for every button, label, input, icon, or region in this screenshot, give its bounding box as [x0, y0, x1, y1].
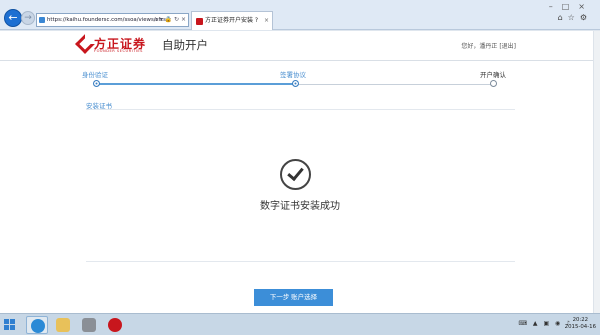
- url-text: https://kaihu.foundersc.com/ssoa/views/s…: [47, 17, 171, 23]
- forward-button[interactable]: →: [21, 11, 35, 25]
- step-label-confirm: 开户确认: [480, 71, 506, 79]
- header-divider: [0, 60, 600, 61]
- browser-tool-icons[interactable]: ⌂☆⚙: [558, 13, 592, 22]
- address-controls[interactable]: ⌕ ▾ 🔒 ↻ ×: [154, 14, 186, 26]
- bottom-divider: [86, 261, 515, 262]
- windows-start-icon[interactable]: [4, 319, 16, 331]
- windows-taskbar: ⌨ ▲ ▣ ◉ ♪ 20:22 2015-04-16: [0, 313, 600, 335]
- forward-arrow-icon: →: [24, 13, 32, 23]
- taskbar-explorer[interactable]: [52, 316, 74, 334]
- checkmark-icon: [280, 159, 311, 190]
- logo-mark-icon: [75, 34, 95, 54]
- step-dot-agreement: [292, 80, 299, 87]
- step-label-identity: 身份验证: [82, 71, 108, 79]
- tab-close-icon[interactable]: ×: [264, 12, 269, 29]
- check-glyph: [287, 163, 304, 182]
- browser-tab[interactable]: 方正证券开户安装 ? ×: [191, 11, 273, 30]
- app-icon: [82, 318, 96, 332]
- tab-title: 方正证券开户安装 ?: [205, 17, 259, 24]
- taskbar-ie[interactable]: [26, 316, 48, 334]
- web-page: 方正证券 FOUNDER SECURITIES 自助开户 您好，潘丹正 [退出]…: [0, 31, 600, 313]
- red-app-icon: [108, 318, 122, 332]
- success-message: 数字证书安装成功: [260, 201, 340, 212]
- step-label-agreement: 签署协议: [280, 71, 306, 79]
- site-header: 方正证券 FOUNDER SECURITIES 自助开户 您好，潘丹正 [退出]: [0, 31, 600, 60]
- back-button[interactable]: ←: [4, 9, 22, 27]
- folder-icon: [56, 318, 70, 332]
- clock-date: 2015-04-16: [564, 324, 596, 330]
- page-title: 自助开户: [162, 38, 208, 52]
- step-dot-confirm: [490, 80, 497, 87]
- taskbar-app-gray[interactable]: [78, 316, 100, 334]
- taskbar-app-red[interactable]: [104, 316, 126, 334]
- clock-time: 20:22: [572, 317, 589, 323]
- step-dot-identity: [93, 80, 100, 87]
- back-arrow-icon: ←: [8, 11, 18, 24]
- user-greeting[interactable]: 您好，潘丹正 [退出]: [461, 41, 516, 50]
- system-clock[interactable]: 20:22 2015-04-16: [565, 317, 596, 331]
- logo-subtext: FOUNDER SECURITIES: [94, 49, 143, 53]
- next-step-button[interactable]: 下一步 账户选择: [254, 289, 333, 306]
- page-icon: [39, 17, 45, 23]
- progress-steps: 身份验证 签署协议 开户确认 安装证书: [0, 69, 600, 110]
- sub-step-divider: [86, 109, 515, 110]
- window-controls[interactable]: –□×: [549, 2, 594, 11]
- address-bar[interactable]: https://kaihu.foundersc.com/ssoa/views/s…: [36, 13, 189, 27]
- page-scrollbar[interactable]: [593, 31, 600, 313]
- site-favicon-icon: [196, 18, 203, 25]
- ie-icon: [31, 319, 45, 333]
- step-progress-fill: [96, 83, 295, 85]
- browser-chrome: ← → https://kaihu.foundersc.com/ssoa/vie…: [0, 0, 600, 30]
- brand-logo[interactable]: 方正证券 FOUNDER SECURITIES: [75, 34, 154, 56]
